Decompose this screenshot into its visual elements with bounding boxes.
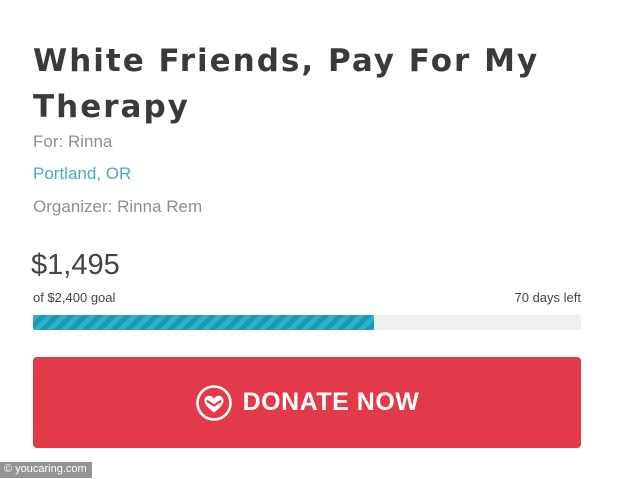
beneficiary-text: For: Rinna <box>33 132 113 151</box>
location-link[interactable]: Portland, OR <box>33 164 131 184</box>
donate-now-button[interactable]: DONATE NOW <box>33 357 581 448</box>
amount-raised: $1,495 <box>31 249 120 281</box>
progress-bar <box>33 315 581 330</box>
days-left-text: 70 days left <box>514 290 582 305</box>
organizer-text: Organizer: Rinna Rem <box>33 197 203 216</box>
campaign-title: White Friends, Pay For My Therapy <box>33 43 540 125</box>
progress-bar-fill <box>33 315 375 330</box>
campaign-card: White Friends, Pay For My Therapy For: R… <box>0 0 618 479</box>
heart-in-circle-icon <box>195 384 233 422</box>
source-watermark: © youcaring.com <box>0 462 92 478</box>
donate-now-label: DONATE NOW <box>242 388 420 416</box>
goal-text: of $2,400 goal <box>33 290 116 305</box>
